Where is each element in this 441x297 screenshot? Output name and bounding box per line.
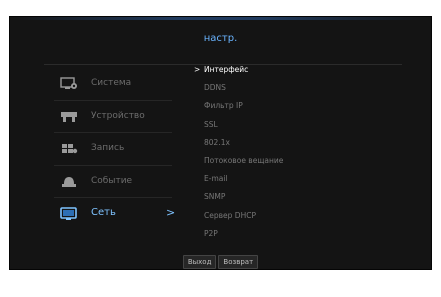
submenu-item-ssl[interactable]: SSL <box>204 116 404 134</box>
footer-buttons: Выход Возврат <box>10 255 431 269</box>
event-icon <box>60 175 78 188</box>
submenu-item-label: DDNS <box>204 83 226 93</box>
submenu-item-label: Потоковое вещание <box>204 155 284 165</box>
back-button[interactable]: Возврат <box>218 255 259 269</box>
settings-window: настр. Система Устройство Запись Событие… <box>9 16 432 270</box>
submenu-item-ddns[interactable]: DDNS <box>204 79 404 97</box>
submenu-item-snmp[interactable]: SNMP <box>204 188 404 206</box>
top-accent-bar <box>10 17 431 20</box>
submenu-item-label: E-mail <box>204 174 228 184</box>
sidebar-item-record[interactable]: Запись <box>54 133 172 166</box>
sidebar: Система Устройство Запись Событие Сеть > <box>54 68 184 230</box>
submenu-item-streaming[interactable]: Потоковое вещание <box>204 152 404 170</box>
network-icon <box>60 207 78 220</box>
submenu-item-label: SSL <box>204 119 218 129</box>
record-icon <box>60 142 78 155</box>
submenu-item-interface[interactable]: > Интерфейс <box>194 61 404 79</box>
submenu-item-p2p[interactable]: P2P <box>204 225 404 243</box>
submenu-item-label: Интерфейс <box>204 65 249 74</box>
device-icon <box>60 110 78 123</box>
submenu-item-ip-filter[interactable]: Фильтр IP <box>204 97 404 115</box>
submenu-item-dhcp-server[interactable]: Сервер DHCP <box>204 207 404 225</box>
exit-button[interactable]: Выход <box>182 255 217 269</box>
submenu-item-label: Фильтр IP <box>204 101 243 111</box>
network-submenu: > Интерфейс DDNS Фильтр IP SSL 802.1x Пот… <box>194 61 404 243</box>
sidebar-item-label: Сеть <box>91 207 116 218</box>
submenu-item-label: P2P <box>204 228 218 238</box>
sidebar-item-label: Событие <box>91 175 133 186</box>
submenu-item-8021x[interactable]: 802.1x <box>204 134 404 152</box>
submenu-item-label: 802.1x <box>204 137 230 147</box>
sidebar-item-label: Система <box>91 78 132 88</box>
submenu-item-email[interactable]: E-mail <box>204 170 404 188</box>
sidebar-item-label: Устройство <box>91 110 145 121</box>
sidebar-item-event[interactable]: Событие <box>54 166 172 198</box>
sidebar-item-network[interactable]: Сеть > <box>54 198 176 230</box>
chevron-right-icon: > <box>166 206 176 219</box>
submenu-item-label: Сервер DHCP <box>204 210 256 220</box>
sidebar-item-label: Запись <box>91 143 125 153</box>
sidebar-item-system[interactable]: Система <box>54 68 172 101</box>
caret-right-icon: > <box>194 65 201 74</box>
page-title: настр. <box>203 33 238 44</box>
sidebar-item-device[interactable]: Устройство <box>54 101 172 133</box>
submenu-item-label: SNMP <box>204 192 226 202</box>
monitor-settings-icon <box>60 77 78 90</box>
